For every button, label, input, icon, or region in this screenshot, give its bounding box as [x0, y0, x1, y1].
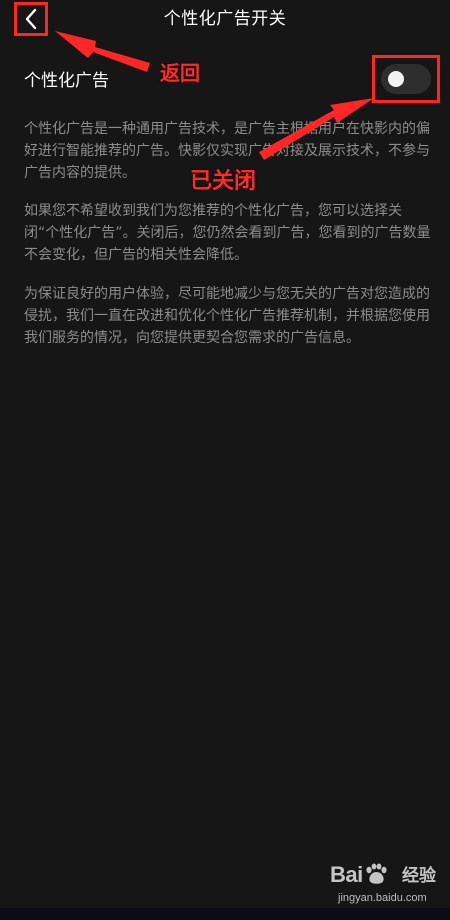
top-bar: 个性化广告开关 — [0, 0, 450, 40]
toggle-knob — [388, 71, 404, 87]
watermark-url: jingyan.baidu.com — [338, 892, 427, 904]
personalized-ads-toggle[interactable] — [381, 64, 431, 94]
description-paragraph-3: 为保证良好的用户体验，尽可能地减少与您无关的广告对您造成的侵扰，我们一直在改进和… — [24, 286, 430, 346]
bottom-system-bar — [0, 908, 450, 920]
baidu-logo-text: Bai — [330, 862, 363, 887]
jingyan-text: 经验 — [402, 866, 436, 886]
baidu-logo: Bai — [330, 862, 389, 888]
baidu-jingyan-watermark: Bai 经验 jingyan.baidu.com — [330, 862, 440, 912]
annotation-back-label: 返回 — [160, 61, 200, 85]
description-paragraph-2: 如果您不希望收到我们为您推荐的个性化广告，您可以选择关闭“个性化广告”。关闭后，… — [24, 203, 431, 263]
app-screen: 个性化广告开关 个性化广告 个性化广告是一种通用广告技术，是广告主根据用户在快影… — [0, 0, 450, 920]
paw-icon — [364, 863, 388, 885]
setting-label: 个性化广告 — [24, 71, 109, 91]
annotation-closed-label: 已关闭 — [190, 169, 257, 194]
page-title: 个性化广告开关 — [163, 9, 287, 29]
